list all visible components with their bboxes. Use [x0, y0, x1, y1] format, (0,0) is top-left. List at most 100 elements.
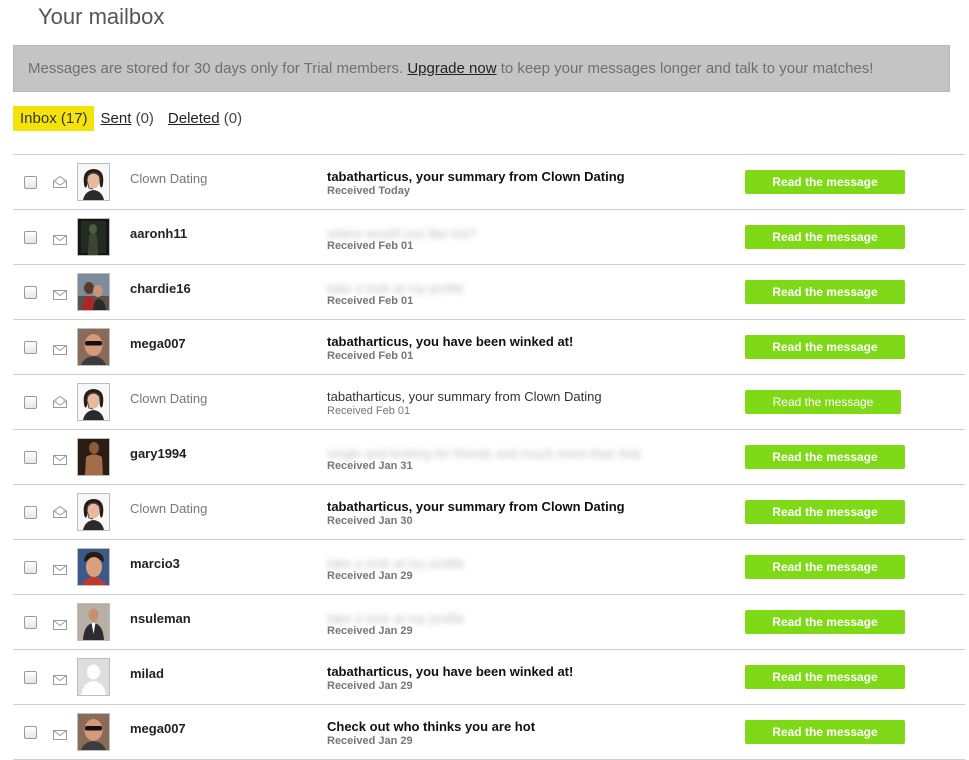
message-row[interactable]: mega007 Check out who thinks you are hot R… [13, 705, 965, 760]
read-message-button[interactable]: Read the message [745, 610, 905, 634]
select-checkbox[interactable] [24, 506, 37, 519]
envelope-icon [53, 727, 67, 740]
avatar[interactable] [77, 548, 110, 586]
sender-name[interactable]: marcio3 [130, 556, 180, 571]
select-checkbox[interactable] [24, 616, 37, 629]
avatar[interactable] [77, 273, 110, 311]
received-date: Received Jan 29 [327, 735, 413, 747]
avatar[interactable] [77, 603, 110, 641]
read-message-button[interactable]: Read the message [745, 335, 905, 359]
read-message-button[interactable]: Read the message [745, 225, 905, 249]
tab-sent[interactable]: Sent [101, 110, 132, 127]
select-checkbox[interactable] [24, 231, 37, 244]
message-row[interactable]: mega007 tabatharticus, you have been wink… [13, 320, 965, 375]
message-row[interactable]: nsuleman take a look at my profile Receive… [13, 595, 965, 650]
select-checkbox[interactable] [24, 726, 37, 739]
avatar[interactable] [77, 218, 110, 256]
sender-name[interactable]: aaronh11 [130, 226, 187, 241]
select-checkbox[interactable] [24, 176, 37, 189]
select-checkbox[interactable] [24, 396, 37, 409]
message-row[interactable]: milad tabatharticus, you have been winked… [13, 650, 965, 705]
message-subject[interactable]: tabatharticus, your summary from Clown D… [327, 169, 625, 184]
notice-text-before: Messages are stored for 30 days only for… [28, 60, 408, 77]
received-date: Received Feb 01 [327, 350, 414, 362]
envelope-icon [53, 287, 67, 300]
tab-inbox[interactable]: Inbox (17) [13, 106, 94, 131]
message-subject[interactable]: single and looking for friends and much … [327, 446, 641, 461]
message-subject[interactable]: tabatharticus, your summary from Clown D… [327, 499, 625, 514]
message-subject[interactable]: tabatharticus, you have been winked at! [327, 334, 573, 349]
sender-name[interactable]: nsuleman [130, 611, 191, 626]
select-checkbox[interactable] [24, 341, 37, 354]
envelope-open-icon [53, 395, 67, 408]
envelope-icon [53, 232, 67, 245]
message-row[interactable]: aaronh11 where would you like me? Received… [13, 210, 965, 265]
sender-name[interactable]: Clown Dating [130, 501, 207, 516]
avatar[interactable] [77, 163, 110, 201]
envelope-icon [53, 562, 67, 575]
received-date: Received Jan 29 [327, 570, 413, 582]
tab-deleted-wrap: Deleted (0) [168, 110, 242, 127]
tab-deleted-count: (0) [219, 110, 243, 127]
tab-deleted[interactable]: Deleted [168, 110, 220, 127]
read-message-button[interactable]: Read the message [745, 555, 905, 579]
message-row[interactable]: Clown Dating tabatharticus, your summary … [13, 485, 965, 540]
mailbox-tabs: Inbox (17) Sent (0) Deleted (0) [13, 106, 256, 131]
received-date: Received Feb 01 [327, 240, 414, 252]
sender-name[interactable]: mega007 [130, 336, 186, 351]
message-row[interactable]: gary1994 single and looking for friends a… [13, 430, 965, 485]
avatar[interactable] [77, 383, 110, 421]
sender-name[interactable]: gary1994 [130, 446, 186, 461]
message-row[interactable]: chardie16 take a look at my profile Receiv… [13, 265, 965, 320]
select-checkbox[interactable] [24, 286, 37, 299]
notice-text-after: to keep your messages longer and talk to… [496, 60, 874, 77]
envelope-icon [53, 617, 67, 630]
message-list: Clown Dating tabatharticus, your summary … [13, 154, 965, 760]
message-row[interactable]: marcio3 take a look at my profile Received… [13, 540, 965, 595]
avatar[interactable] [77, 328, 110, 366]
read-message-button[interactable]: Read the message [745, 390, 901, 414]
read-message-button[interactable]: Read the message [745, 500, 905, 524]
sender-name[interactable]: mega007 [130, 721, 186, 736]
tab-sent-count: (0) [131, 110, 154, 127]
received-date: Received Today [327, 185, 410, 197]
envelope-icon [53, 452, 67, 465]
avatar[interactable] [77, 493, 110, 531]
message-subject[interactable]: tabatharticus, you have been winked at! [327, 664, 573, 679]
received-date: Received Jan 31 [327, 460, 413, 472]
envelope-open-icon [53, 505, 67, 518]
avatar[interactable] [77, 658, 110, 696]
envelope-icon [53, 672, 67, 685]
envelope-icon [53, 342, 67, 355]
message-row[interactable]: Clown Dating tabatharticus, your summary … [13, 375, 965, 430]
received-date: Received Feb 01 [327, 405, 411, 417]
read-message-button[interactable]: Read the message [745, 170, 905, 194]
sender-name[interactable]: Clown Dating [130, 391, 207, 406]
message-row[interactable]: Clown Dating tabatharticus, your summary … [13, 155, 965, 210]
message-subject[interactable]: take a look at my profile [327, 556, 464, 571]
read-message-button[interactable]: Read the message [745, 665, 905, 689]
read-message-button[interactable]: Read the message [745, 280, 905, 304]
sender-name[interactable]: milad [130, 666, 164, 681]
message-subject[interactable]: take a look at my profile [327, 611, 464, 626]
select-checkbox[interactable] [24, 671, 37, 684]
sender-name[interactable]: Clown Dating [130, 171, 207, 186]
received-date: Received Jan 29 [327, 680, 413, 692]
select-checkbox[interactable] [24, 451, 37, 464]
read-message-button[interactable]: Read the message [745, 720, 905, 744]
message-subject[interactable]: take a look at my profile [327, 281, 464, 296]
message-subject[interactable]: where would you like me? [327, 226, 477, 241]
read-message-button[interactable]: Read the message [745, 445, 905, 469]
received-date: Received Feb 01 [327, 295, 414, 307]
upgrade-now-link[interactable]: Upgrade now [407, 60, 496, 77]
select-checkbox[interactable] [24, 561, 37, 574]
avatar[interactable] [77, 438, 110, 476]
sender-name[interactable]: chardie16 [130, 281, 191, 296]
message-subject[interactable]: tabatharticus, your summary from Clown D… [327, 389, 602, 404]
received-date: Received Jan 30 [327, 515, 413, 527]
tab-sent-wrap: Sent (0) [101, 110, 154, 127]
message-subject[interactable]: Check out who thinks you are hot [327, 719, 535, 734]
envelope-open-icon [53, 175, 67, 188]
avatar[interactable] [77, 713, 110, 751]
received-date: Received Jan 29 [327, 625, 413, 637]
